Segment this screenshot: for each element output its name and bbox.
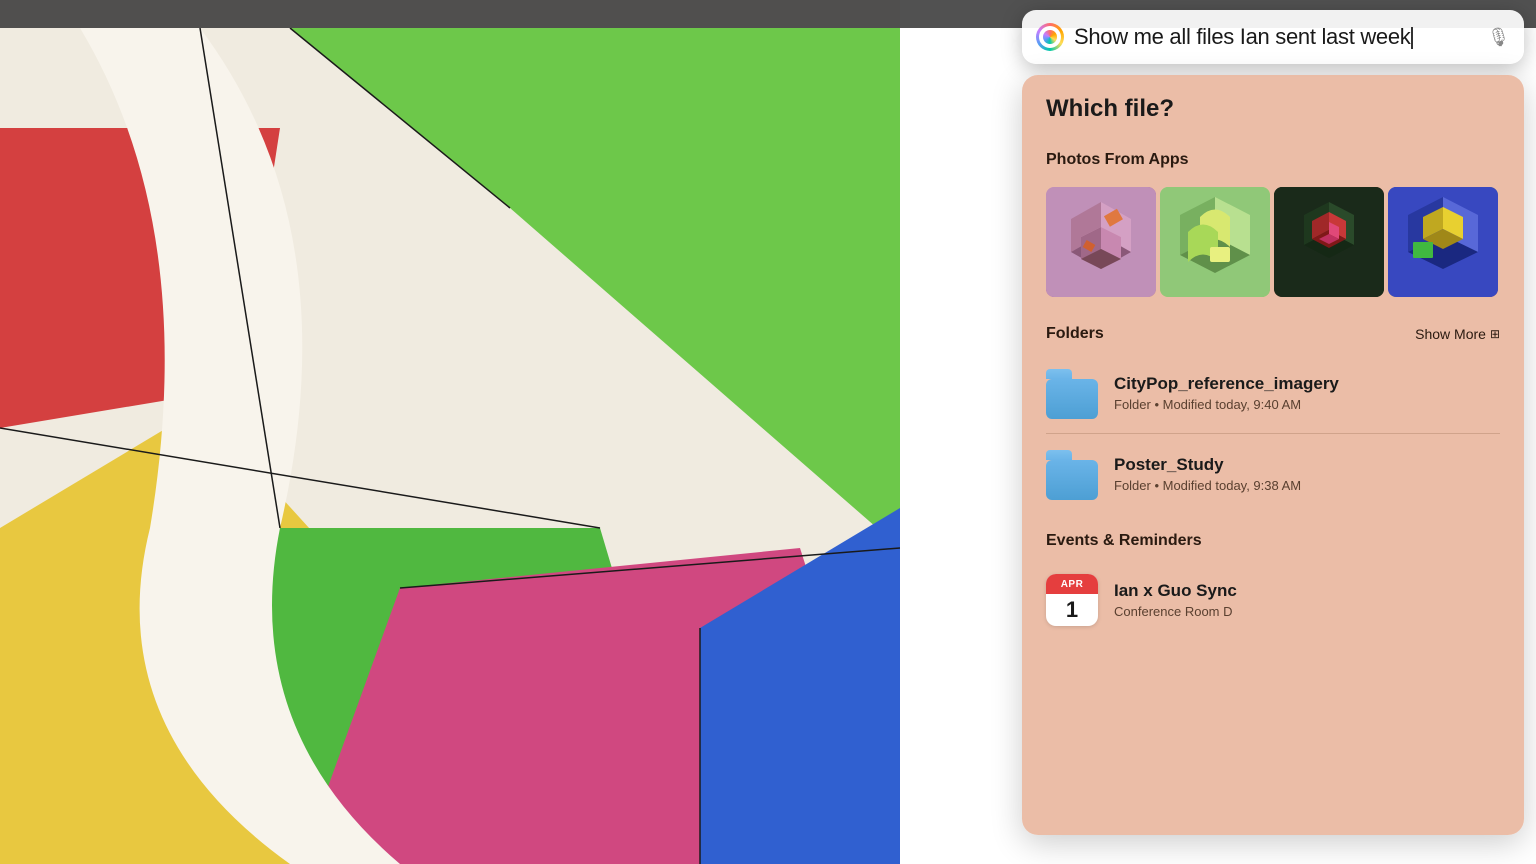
- events-section: Events & Reminders APR 1 Ian x Guo Sync …: [1022, 514, 1524, 640]
- folder-info-1: CityPop_reference_imagery Folder • Modif…: [1114, 374, 1500, 412]
- photo-thumbnail-2[interactable]: [1160, 187, 1270, 297]
- folder-name-1: CityPop_reference_imagery: [1114, 374, 1500, 394]
- spotlight-container: Show me all files Ian sent last week 🎙 W…: [896, 0, 1536, 864]
- photos-label: Photos From Apps: [1046, 151, 1189, 169]
- photos-grid: [1022, 179, 1524, 313]
- folders-label: Folders: [1046, 325, 1104, 343]
- photos-section-header: Photos From Apps: [1022, 139, 1524, 179]
- search-input[interactable]: Show me all files Ian sent last week: [1074, 24, 1477, 50]
- events-label: Events & Reminders: [1046, 532, 1202, 550]
- folder-meta-1: Folder • Modified today, 9:40 AM: [1114, 397, 1500, 412]
- event-item-1[interactable]: APR 1 Ian x Guo Sync Conference Room D: [1022, 560, 1524, 640]
- show-more-icon: ⊞: [1490, 327, 1500, 341]
- show-more-button[interactable]: Show More ⊞: [1415, 326, 1500, 342]
- photos-section: Photos From Apps: [1022, 139, 1524, 313]
- folder-name-2: Poster_Study: [1114, 455, 1500, 475]
- folders-section: Folders Show More ⊞ CityPop_reference_im…: [1022, 313, 1524, 514]
- search-bar[interactable]: Show me all files Ian sent last week 🎙: [1022, 10, 1524, 64]
- folder-item-1[interactable]: CityPop_reference_imagery Folder • Modif…: [1022, 353, 1524, 433]
- events-section-header: Events & Reminders: [1022, 518, 1524, 560]
- event-meta-1: Conference Room D: [1114, 604, 1500, 619]
- text-cursor: [1411, 27, 1413, 49]
- show-more-text: Show More: [1415, 326, 1486, 342]
- folder-info-2: Poster_Study Folder • Modified today, 9:…: [1114, 455, 1500, 493]
- results-panel: Which file? Photos From Apps: [1022, 75, 1524, 835]
- event-name-1: Ian x Guo Sync: [1114, 581, 1500, 601]
- cal-month: APR: [1046, 574, 1098, 594]
- folders-section-header: Folders Show More ⊞: [1022, 313, 1524, 353]
- cal-day: 1: [1046, 594, 1098, 626]
- calendar-icon-1: APR 1: [1046, 574, 1098, 626]
- photo-thumbnail-1[interactable]: [1046, 187, 1156, 297]
- microphone-icon[interactable]: 🎙: [1487, 27, 1510, 48]
- event-info-1: Ian x Guo Sync Conference Room D: [1114, 581, 1500, 619]
- wallpaper-background: [0, 0, 900, 864]
- photo-thumbnail-3[interactable]: [1274, 187, 1384, 297]
- folder-icon-2: [1046, 448, 1098, 500]
- folder-meta-2: Folder • Modified today, 9:38 AM: [1114, 478, 1500, 493]
- folder-item-2[interactable]: Poster_Study Folder • Modified today, 9:…: [1022, 434, 1524, 514]
- siri-icon: [1036, 23, 1064, 51]
- search-query-text: Show me all files Ian sent last week: [1074, 24, 1410, 49]
- photo-thumbnail-4[interactable]: [1388, 187, 1498, 297]
- folder-icon-1: [1046, 367, 1098, 419]
- results-title: Which file?: [1022, 95, 1524, 139]
